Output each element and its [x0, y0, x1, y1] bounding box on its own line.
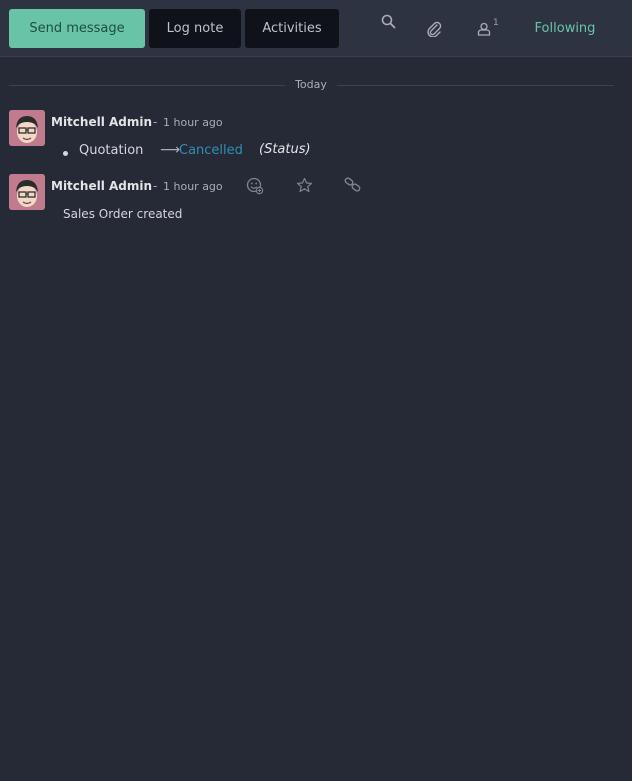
activities-button[interactable]: Activities — [245, 9, 339, 48]
send-message-button[interactable]: Send message — [9, 9, 145, 48]
date-divider-label: Today — [295, 78, 327, 91]
author-separator: - — [153, 115, 158, 129]
chatter-topbar: Send message Log note Activities 1 Follo… — [0, 0, 632, 57]
avatar-image — [9, 110, 45, 146]
tracking-new-value: Cancelled — [179, 143, 243, 158]
avatar[interactable] — [9, 110, 45, 146]
tracking-old-value: Quotation — [79, 143, 144, 158]
tracking-field-name: (Status) — [259, 142, 311, 157]
avatar[interactable] — [9, 174, 45, 210]
message-time: 1 hour ago — [163, 180, 223, 193]
user-icon[interactable] — [477, 22, 491, 36]
star-icon[interactable] — [296, 177, 313, 194]
author-separator: - — [153, 179, 158, 193]
message-author[interactable]: Mitchell Admin — [51, 115, 152, 129]
message-time: 1 hour ago — [163, 116, 223, 129]
tracking-bullet — [63, 151, 68, 156]
search-icon[interactable] — [381, 14, 396, 29]
message-body: Sales Order created — [63, 207, 183, 221]
message-author[interactable]: Mitchell Admin — [51, 179, 152, 193]
divider-line-right — [337, 85, 614, 86]
log-note-button[interactable]: Log note — [149, 9, 241, 48]
following-button[interactable]: Following — [515, 18, 615, 40]
followers-count[interactable]: 1 — [493, 18, 499, 28]
link-icon[interactable] — [344, 177, 362, 193]
divider-line-left — [9, 85, 285, 86]
avatar-image — [9, 174, 45, 210]
paperclip-icon[interactable] — [426, 21, 442, 37]
add-reaction-icon[interactable] — [246, 177, 264, 195]
long-arrow-right-icon: ⟶ — [160, 142, 181, 158]
